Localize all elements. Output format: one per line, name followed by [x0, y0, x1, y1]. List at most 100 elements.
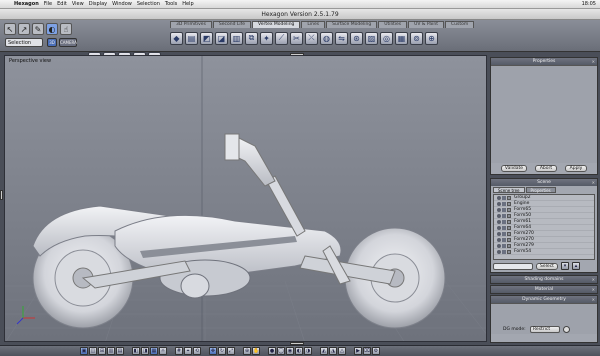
- quad-view-icon[interactable]: ⊞: [98, 347, 106, 355]
- menu-app-name[interactable]: Hexagon: [14, 1, 39, 7]
- menu-tools[interactable]: Tools: [165, 1, 177, 7]
- lock-icon[interactable]: [502, 243, 506, 248]
- tab-vertex-modeling[interactable]: Vertex Modeling: [252, 21, 301, 28]
- eye-icon[interactable]: [497, 225, 501, 230]
- layout-icon[interactable]: ▤: [116, 347, 124, 355]
- connect-icon[interactable]: ⤫: [305, 31, 318, 45]
- tab-custom[interactable]: Custom: [445, 21, 475, 28]
- eye-icon[interactable]: [497, 249, 501, 254]
- dynamic-header[interactable]: Dynamic Geometry ✕: [491, 296, 597, 303]
- select-button[interactable]: Select: [536, 262, 558, 270]
- menu-edit[interactable]: Edit: [57, 1, 67, 7]
- eye-icon[interactable]: [497, 237, 501, 242]
- scene-header[interactable]: Scene ✕: [491, 179, 597, 186]
- perspective-viewport[interactable]: Perspective view: [4, 55, 487, 342]
- viewport-side-grip[interactable]: [0, 190, 3, 200]
- weld-icon[interactable]: ✦: [260, 31, 273, 45]
- extrude-icon[interactable]: ▤: [185, 31, 198, 45]
- slice-icon[interactable]: ⟋: [275, 31, 288, 45]
- cam-side-icon[interactable]: ◮: [329, 347, 337, 355]
- tab-scene-tree[interactable]: Scene tree: [493, 187, 525, 193]
- lock-icon[interactable]: [502, 219, 506, 224]
- tab-uv-paint[interactable]: UV & Paint: [408, 21, 445, 28]
- magnet-icon[interactable]: ◐: [46, 23, 58, 35]
- bridge-icon[interactable]: ⧉: [245, 31, 258, 45]
- eye-icon[interactable]: [497, 213, 501, 218]
- sphere-flat-icon[interactable]: ◐: [295, 347, 303, 355]
- selection-mode-dropdown[interactable]: Selection: [5, 38, 43, 47]
- material-header[interactable]: Material ✕: [491, 286, 597, 293]
- menu-file[interactable]: File: [44, 1, 52, 7]
- eye-icon[interactable]: [497, 231, 501, 236]
- tab-3d-primitives[interactable]: 3D Primitives: [170, 21, 212, 28]
- settings-icon[interactable]: ⚙: [372, 347, 380, 355]
- hole-icon[interactable]: ◎: [380, 31, 393, 45]
- sphere-icon[interactable]: ●: [268, 347, 276, 355]
- inset-icon[interactable]: ▦: [395, 31, 408, 45]
- camera-reset-icon[interactable]: ⟲: [193, 347, 201, 355]
- mode-3d-button[interactable]: 3D: [47, 38, 57, 47]
- properties-header[interactable]: Properties ✕: [491, 58, 597, 65]
- scale-icon[interactable]: ⤢: [227, 347, 235, 355]
- render-icon[interactable]: ▶: [354, 347, 362, 355]
- sphere-wire-icon[interactable]: ◯: [277, 347, 285, 355]
- apply-button[interactable]: Apply: [565, 165, 587, 172]
- move-icon[interactable]: ✥: [209, 347, 217, 355]
- scene-filter-input[interactable]: [493, 262, 533, 270]
- wire-shade-icon[interactable]: ◧: [132, 347, 140, 355]
- knife-icon[interactable]: ✂: [290, 31, 303, 45]
- thickness-icon[interactable]: ▨: [365, 31, 378, 45]
- sphere-smooth-icon[interactable]: ◉: [286, 347, 294, 355]
- triple-view-icon[interactable]: ▥: [107, 347, 115, 355]
- arrow-down-icon[interactable]: ▾: [561, 262, 569, 270]
- sphere-tex-icon[interactable]: ◑: [304, 347, 312, 355]
- close-icon[interactable]: ✕: [592, 276, 595, 283]
- smooth-shade-icon[interactable]: ◨: [141, 347, 149, 355]
- eye-icon[interactable]: [497, 207, 501, 212]
- select-paint-icon[interactable]: ↗: [18, 23, 30, 35]
- zoom-icon[interactable]: ⊕: [243, 347, 251, 355]
- hand-icon[interactable]: ☝: [60, 23, 72, 35]
- ring-icon[interactable]: ⊕: [425, 31, 438, 45]
- tweak-icon[interactable]: ◆: [170, 31, 183, 45]
- lock-icon[interactable]: [502, 225, 506, 230]
- lock-icon[interactable]: [502, 195, 506, 200]
- lock-icon[interactable]: [502, 231, 506, 236]
- tab-utilities[interactable]: Utilities: [378, 21, 408, 28]
- smooth-icon[interactable]: ◍: [320, 31, 333, 45]
- close-icon[interactable]: ✕: [592, 179, 595, 186]
- dg-toggle[interactable]: [563, 326, 570, 333]
- menu-display[interactable]: Display: [89, 1, 107, 7]
- cam-front-icon[interactable]: ◭: [320, 347, 328, 355]
- single-view-icon[interactable]: ▣: [80, 347, 88, 355]
- tab-lines[interactable]: Lines: [301, 21, 326, 28]
- lock-icon[interactable]: [502, 213, 506, 218]
- split-icon[interactable]: ▥: [230, 31, 243, 45]
- lock-icon[interactable]: [502, 237, 506, 242]
- eye-icon[interactable]: [497, 219, 501, 224]
- lock-icon[interactable]: [502, 201, 506, 206]
- split-view-icon[interactable]: ◫: [89, 347, 97, 355]
- pan-icon[interactable]: ✋: [252, 347, 260, 355]
- lasso-icon[interactable]: ✎: [32, 23, 44, 35]
- grid-toggle-icon[interactable]: #: [175, 347, 183, 355]
- symmetry-icon[interactable]: ⇋: [335, 31, 348, 45]
- bevel-icon[interactable]: ◩: [200, 31, 213, 45]
- lathe-icon[interactable]: ⊛: [350, 31, 363, 45]
- camera-button[interactable]: CAMERA: [59, 38, 77, 47]
- close-icon[interactable]: ✕: [592, 58, 595, 65]
- cam-top-icon[interactable]: △: [338, 347, 346, 355]
- snap-icon[interactable]: ⌖: [184, 347, 192, 355]
- close-icon[interactable]: ✕: [592, 286, 595, 293]
- shading-header[interactable]: Shading domains ✕: [491, 276, 597, 283]
- textured-icon[interactable]: ▦: [150, 347, 158, 355]
- close-icon[interactable]: ✕: [592, 296, 595, 303]
- validate-button[interactable]: Validate: [501, 165, 527, 172]
- arrow-up-icon[interactable]: ▴: [572, 262, 580, 270]
- tab-scene-properties[interactable]: Properties: [525, 187, 556, 193]
- menu-selection[interactable]: Selection: [137, 1, 160, 7]
- list-item[interactable]: Form54: [494, 249, 594, 255]
- menu-help[interactable]: Help: [182, 1, 193, 7]
- tab-surface-modeling[interactable]: Surface Modeling: [326, 21, 378, 28]
- eye-icon[interactable]: [497, 243, 501, 248]
